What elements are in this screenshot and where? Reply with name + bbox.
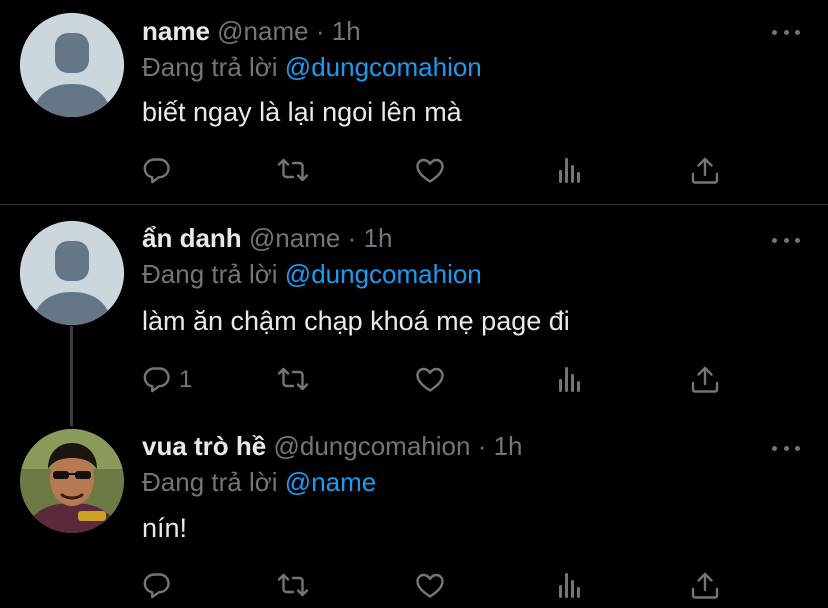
default-avatar-icon (20, 13, 124, 117)
reply-count: 1 (179, 366, 193, 393)
mention-link[interactable]: @dungcomahion (285, 259, 482, 289)
separator-dot: · (477, 431, 487, 461)
analytics-button[interactable] (553, 151, 585, 191)
handle[interactable]: @name (217, 16, 308, 46)
timestamp[interactable]: 1h (363, 223, 392, 253)
reply-button[interactable] (141, 151, 179, 191)
reply-button[interactable] (141, 566, 179, 606)
thread-connector (70, 326, 73, 426)
like-button[interactable] (414, 360, 446, 400)
tweet-header: name @name · 1h (142, 14, 361, 48)
tweet-text: biết ngay là lại ngoi lên mà (142, 97, 462, 127)
analytics-icon (559, 573, 580, 598)
reply-button[interactable]: 1 (141, 360, 192, 400)
retweet-icon (277, 158, 309, 182)
handle[interactable]: @name (249, 223, 340, 253)
reply-icon (143, 367, 170, 393)
mention-link[interactable]: @name (285, 467, 376, 497)
separator-dot: · (315, 16, 325, 46)
tweet-actions (0, 566, 828, 606)
replying-to: Đang trả lời @dungcomahion (142, 50, 482, 84)
avatar[interactable] (20, 13, 124, 117)
like-button[interactable] (414, 566, 446, 606)
share-icon (691, 157, 719, 184)
more-icon[interactable] (772, 22, 800, 42)
analytics-button[interactable] (553, 360, 585, 400)
replying-to: Đang trả lời @dungcomahion (142, 257, 482, 291)
heart-icon (416, 573, 444, 598)
retweet-icon (277, 367, 309, 391)
handle[interactable]: @dungcomahion (273, 431, 470, 461)
tweet-text: nín! (142, 513, 188, 543)
more-icon[interactable] (772, 230, 800, 250)
analytics-button[interactable] (553, 566, 585, 606)
display-name[interactable]: vua trò hề (142, 431, 266, 461)
tweet[interactable]: vua trò hề @dungcomahion · 1h Đang trả l… (0, 416, 828, 608)
tweet-actions (0, 151, 828, 191)
tweet-header: vua trò hề @dungcomahion · 1h (142, 429, 523, 463)
profile-photo (20, 429, 124, 533)
retweet-button[interactable] (276, 566, 310, 606)
more-icon[interactable] (772, 438, 800, 458)
tweet-header: ẩn danh @name · 1h (142, 221, 392, 255)
mention-link[interactable]: @dungcomahion (285, 52, 482, 82)
avatar[interactable] (20, 221, 124, 325)
display-name[interactable]: ẩn danh (142, 223, 242, 253)
heart-icon (416, 158, 444, 183)
replying-to-label: Đang trả lời (142, 467, 278, 497)
replying-to-label: Đang trả lời (142, 259, 278, 289)
tweet-text: làm ăn chậm chạp khoá mẹ page đi (142, 306, 570, 336)
divider (0, 204, 828, 205)
timestamp[interactable]: 1h (332, 16, 361, 46)
tweet[interactable]: ẩn danh @name · 1h Đang trả lời @dungcom… (0, 206, 828, 416)
tweet[interactable]: name @name · 1h Đang trả lời @dungcomahi… (0, 0, 828, 205)
timestamp[interactable]: 1h (494, 431, 523, 461)
separator-dot: · (347, 223, 357, 253)
like-button[interactable] (414, 151, 446, 191)
heart-icon (416, 367, 444, 392)
replying-to-label: Đang trả lời (142, 52, 278, 82)
share-button[interactable] (689, 151, 721, 191)
retweet-icon (277, 573, 309, 597)
analytics-icon (559, 367, 580, 392)
retweet-button[interactable] (276, 151, 310, 191)
share-button[interactable] (689, 566, 721, 606)
analytics-icon (559, 158, 580, 183)
share-button[interactable] (689, 360, 721, 400)
avatar[interactable] (20, 429, 124, 533)
tweet-actions: 1 (0, 360, 828, 400)
share-icon (691, 572, 719, 599)
share-icon (691, 366, 719, 393)
default-avatar-icon (20, 221, 124, 325)
reply-icon (143, 158, 170, 184)
retweet-button[interactable] (276, 360, 310, 400)
display-name[interactable]: name (142, 16, 210, 46)
replying-to: Đang trả lời @name (142, 465, 376, 499)
reply-icon (143, 573, 170, 599)
